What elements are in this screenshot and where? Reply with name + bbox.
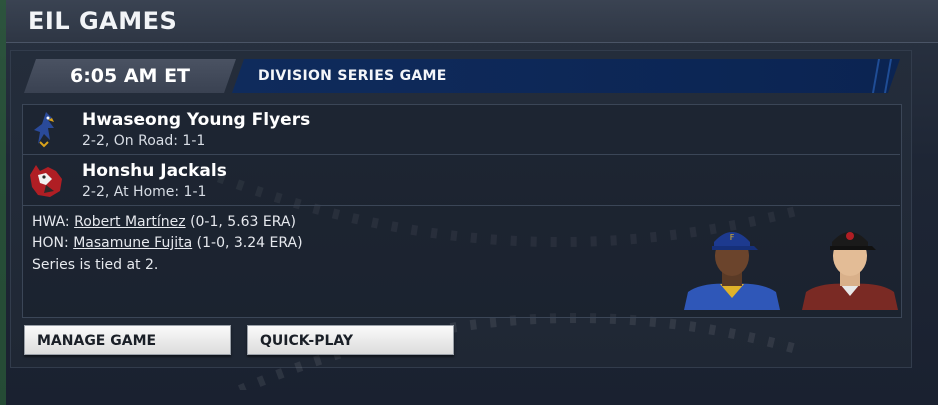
pitcher-name-link[interactable]: Robert Martínez [74, 214, 186, 230]
away-pitcher-portrait[interactable]: F [682, 218, 782, 310]
pitcher-name-link[interactable]: Masamune Fujita [73, 235, 192, 251]
team-record: 2-2, On Road: 1-1 [82, 133, 206, 149]
team-name: Honshu Jackals [82, 161, 227, 181]
pitcher-stats: (1-0, 3.24 ERA) [196, 235, 303, 251]
pitcher-stats: (0-1, 5.63 ERA) [190, 214, 296, 230]
team-row-home[interactable]: Honshu Jackals 2-2, At Home: 1-1 [22, 155, 900, 206]
manage-game-button[interactable]: MANAGE GAME [24, 325, 231, 355]
series-label: DIVISION SERIES GAME [258, 68, 447, 84]
pitcher-team: HWA: [32, 214, 70, 230]
home-pitcher-portrait[interactable] [800, 218, 900, 310]
window-edge [0, 0, 6, 405]
game-time: 6:05 AM ET [69, 65, 191, 87]
pitcher-line-home: HON: Masamune Fujita (1-0, 3.24 ERA) [32, 235, 303, 251]
jackals-logo-icon [30, 165, 62, 197]
pitcher-team: HON: [32, 235, 69, 251]
flyers-logo-icon [34, 112, 54, 148]
team-name: Hwaseong Young Flyers [82, 110, 311, 130]
window-title: EIL GAMES [28, 7, 178, 35]
quick-play-button[interactable]: QUICK-PLAY [247, 325, 454, 355]
series-status: Series is tied at 2. [32, 257, 159, 273]
svg-text:F: F [730, 233, 735, 242]
title-bar: EIL GAMES [6, 0, 938, 43]
team-record: 2-2, At Home: 1-1 [82, 184, 207, 200]
team-row-away[interactable]: Hwaseong Young Flyers 2-2, On Road: 1-1 [22, 104, 900, 155]
pitcher-line-away: HWA: Robert Martínez (0-1, 5.63 ERA) [32, 214, 296, 230]
